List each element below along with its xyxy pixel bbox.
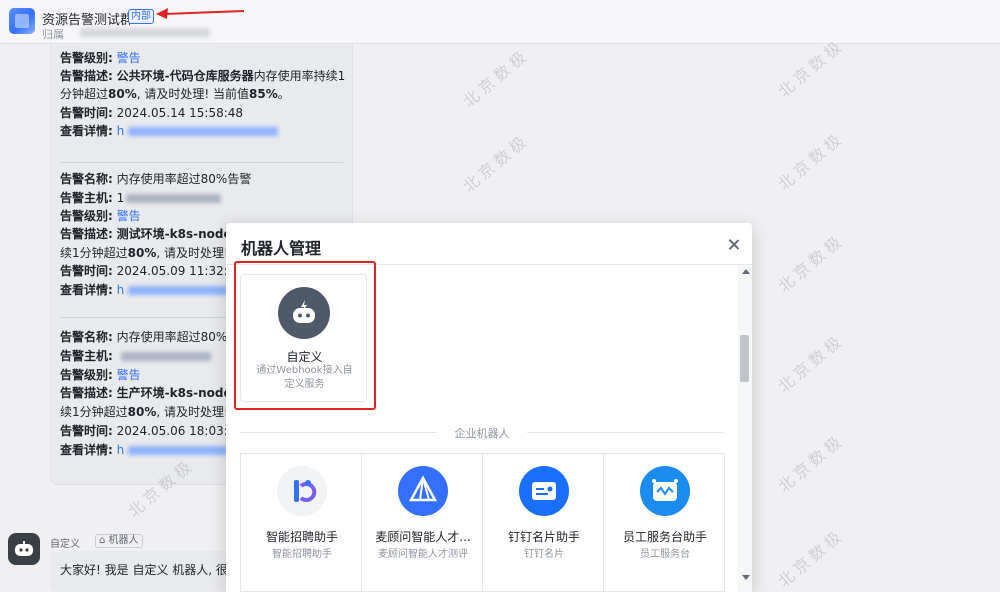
robot-tile-recruit[interactable]: 智能招聘助手 智能招聘助手 [240, 453, 362, 592]
assessment-icon [398, 466, 448, 516]
tile-name: 智能招聘助手 [265, 530, 338, 544]
section-label: 企业机器人 [454, 427, 510, 440]
alert-time-row: 告警时间: 2024.05.06 18:03:28 [60, 424, 244, 438]
close-icon[interactable] [726, 237, 742, 253]
alert-desc-row: 告警描述: 公共环境-代码仓库服务器内存使用率持续1 [60, 69, 346, 83]
alert-detail-row[interactable]: 查看详情: h [60, 122, 279, 139]
robot-tile-business-card[interactable]: 钉钉名片助手 钉钉名片 [482, 453, 604, 592]
enterprise-robot-grid: 智能招聘助手 智能招聘助手 麦顾问智能人才... 麦顾问智能人才测评 钉钉名片助… [240, 453, 730, 592]
scroll-down-icon[interactable] [742, 575, 750, 580]
alert-level-row: 告警级别: 警告 [60, 209, 141, 223]
dialog-title: 机器人管理 [241, 239, 322, 258]
tile-desc: 智能招聘助手 [272, 549, 332, 560]
alert-name-row: 告警名称: 内存使用率超过80%告警 [60, 172, 252, 186]
alert-time-row: 告警时间: 2024.05.09 11:32:58 [60, 264, 244, 278]
tile-name: 钉钉名片助手 [507, 530, 580, 544]
robot-tile-service-desk[interactable]: 员工服务台助手 员工服务台 [603, 453, 725, 592]
group-avatar[interactable] [9, 8, 35, 34]
divider [60, 162, 343, 163]
divider [527, 432, 724, 433]
bot-avatar[interactable] [8, 533, 40, 565]
bot-badge-label: 机器人 [108, 535, 139, 546]
alert-detail-row[interactable]: 查看详情: h [60, 441, 229, 458]
tile-name: 员工服务台助手 [622, 530, 707, 544]
alert-desc-row: 告警描述: 生产环境-k8s-node1 [60, 386, 240, 400]
recruit-icon [277, 466, 327, 516]
alert-desc-row: 告警描述: 测试环境-k8s-node3 [60, 227, 240, 241]
alert-level-row: 告警级别: 警告 [60, 51, 141, 65]
internal-tag: 内部 [128, 9, 154, 24]
bot-badge: ⌂ 机器人 [95, 534, 143, 548]
annotation-arrow-icon [156, 8, 245, 19]
service-desk-icon [640, 466, 690, 516]
tile-desc: 钉钉名片 [524, 549, 564, 560]
group-subtitle: 归属 [42, 28, 64, 41]
alert-name-row: 告警名称: 内存使用率超过80%告 [60, 330, 240, 344]
robot-tile-assessment[interactable]: 麦顾问智能人才... 麦顾问智能人才测评 [361, 453, 483, 592]
alert-desc-row-2: 分钟超过80%, 请及时处理! 当前值85%。 [60, 87, 290, 101]
scroll-up-icon[interactable] [742, 269, 750, 274]
tile-name: 麦顾问智能人才... [375, 530, 471, 544]
robot-management-dialog: 机器人管理 自定义 通过Webhook接入自定义服务 企业机器人 智能招聘助手 … [226, 223, 752, 592]
alert-host-row: 告警主机: 1 [60, 189, 222, 206]
redacted-text [80, 28, 210, 37]
bot-sender-name[interactable]: 自定义 [50, 535, 80, 550]
alert-time-row: 告警时间: 2024.05.14 15:58:48 [60, 106, 244, 120]
business-card-icon [519, 466, 569, 516]
scrollbar-thumb[interactable] [740, 335, 749, 382]
scrollbar[interactable] [738, 265, 752, 592]
alert-desc-row-2: 续1分钟超过80%, 请及时处理! [60, 246, 229, 260]
section-header: 企业机器人 [240, 425, 724, 440]
alert-host-row: 告警主机: [60, 347, 211, 364]
robot-icon [15, 541, 33, 556]
tile-desc: 员工服务台 [640, 549, 690, 560]
alert-detail-row[interactable]: 查看详情: h [60, 281, 229, 298]
alert-desc-row-2: 续1分钟超过80%, 请及时处理! [60, 405, 229, 419]
chat-header: 资源告警测试群 内部 归属 [0, 0, 1000, 44]
annotation-highlight-box [234, 261, 376, 410]
tile-desc: 麦顾问智能人才测评 [378, 549, 468, 560]
alert-level-row: 告警级别: 警告 [60, 368, 141, 382]
divider [240, 432, 437, 433]
